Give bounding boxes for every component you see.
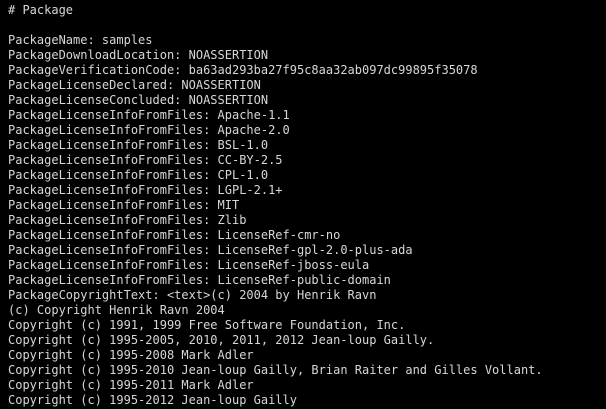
copyright-line: Copyright (c) 1991, 1999 Free Software F…: [8, 318, 406, 332]
license-info-line: PackageLicenseInfoFromFiles: LicenseRef-…: [8, 228, 341, 242]
download-location-line: PackageDownloadLocation: NOASSERTION: [8, 48, 269, 62]
copyright-line: Copyright (c) 1995-2012 Jean-loup Gailly: [8, 393, 297, 407]
license-info-line: PackageLicenseInfoFromFiles: MIT: [8, 198, 240, 212]
license-info-line: PackageLicenseInfoFromFiles: Zlib: [8, 213, 247, 227]
package-name-line: PackageName: samples: [8, 33, 153, 47]
copyright-line: (c) Copyright Henrik Ravn 2004: [8, 303, 225, 317]
copyright-line: Copyright (c) 1995-2005, 2010, 2011, 201…: [8, 333, 435, 347]
license-declared-line: PackageLicenseDeclared: NOASSERTION: [8, 78, 261, 92]
copyright-line: Copyright (c) 1995-2010 Jean-loup Gailly…: [8, 363, 543, 377]
verification-code-line: PackageVerificationCode: ba63ad293ba27f9…: [8, 63, 478, 77]
license-info-line: PackageLicenseInfoFromFiles: Apache-2.0: [8, 123, 290, 137]
copyright-text-line: PackageCopyrightText: <text>(c) 2004 by …: [8, 288, 377, 302]
section-heading: # Package: [8, 3, 74, 17]
license-info-line: PackageLicenseInfoFromFiles: Apache-1.1: [8, 108, 290, 122]
license-info-line: PackageLicenseInfoFromFiles: LicenseRef-…: [8, 243, 413, 257]
license-concluded-line: PackageLicenseConcluded: NOASSERTION: [8, 93, 269, 107]
license-info-line: PackageLicenseInfoFromFiles: CC-BY-2.5: [8, 153, 283, 167]
license-info-line: PackageLicenseInfoFromFiles: BSL-1.0: [8, 138, 269, 152]
copyright-line: Copyright (c) 1995-2008 Mark Adler: [8, 348, 254, 362]
copyright-line: Copyright (c) 1995-2011 Mark Adler: [8, 378, 254, 392]
license-info-line: PackageLicenseInfoFromFiles: CPL-1.0: [8, 168, 269, 182]
license-info-line: PackageLicenseInfoFromFiles: LicenseRef-…: [8, 258, 370, 272]
terminal-output[interactable]: # Package PackageName: samples PackageDo…: [0, 0, 606, 409]
license-info-line: PackageLicenseInfoFromFiles: LGPL-2.1+: [8, 183, 283, 197]
license-info-line: PackageLicenseInfoFromFiles: LicenseRef-…: [8, 273, 391, 287]
